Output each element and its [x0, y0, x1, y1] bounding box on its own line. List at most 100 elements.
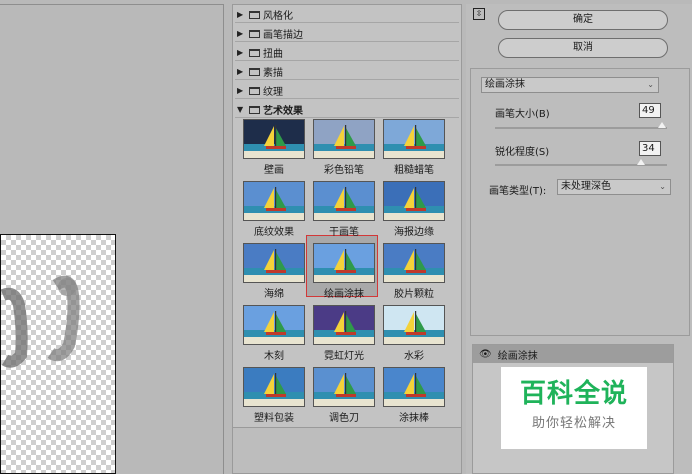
brush-type-value: 未处理深色 — [561, 181, 611, 192]
chevron-down-icon: ⌄ — [659, 182, 666, 191]
filter-select-value: 绘画涂抹 — [485, 79, 525, 90]
filter-thumbnail-label: 粗糙蜡笔 — [394, 165, 434, 176]
ok-button[interactable]: 确定 — [498, 10, 668, 30]
effect-layer-row[interactable]: 👁 绘画涂抹 — [473, 345, 673, 363]
folder-icon — [249, 48, 260, 57]
caret-right-icon: ▶ — [237, 67, 244, 76]
filter-thumbnail-label: 壁画 — [264, 165, 284, 176]
filter-folder-label: 艺术效果 — [263, 106, 303, 117]
filter-folder-label: 扭曲 — [263, 49, 283, 60]
gallery-footer — [233, 427, 461, 473]
sailboat-thumbnail-image — [384, 368, 444, 406]
watermark-title: 百科全说 — [519, 379, 628, 409]
filter-thumbnail[interactable] — [383, 243, 445, 283]
sailboat-thumbnail-image — [314, 182, 374, 220]
sailboat-thumbnail-image — [384, 306, 444, 344]
preview-pane — [0, 0, 228, 474]
filter-folder-label: 风格化 — [263, 11, 293, 22]
sharpness-field[interactable]: 34 — [639, 141, 661, 156]
caret-right-icon: ▶ — [237, 10, 244, 19]
filter-thumbnail-label: 木刻 — [264, 351, 284, 362]
brush-size-field[interactable]: 49 — [639, 103, 661, 118]
brush-type-select[interactable]: 未处理深色 ⌄ — [557, 179, 671, 195]
brush-size-slider-track[interactable] — [495, 127, 667, 129]
watermark-subtitle: 助你轻松解决 — [531, 416, 616, 431]
filter-folder[interactable]: ▼ 艺术效果 — [235, 102, 459, 118]
filter-gallery: ▶ 风格化 ▶ 画笔描边 ▶ 扭曲 ▶ 素描 ▶ 纹理 ▼ 艺术效果 壁画 彩色铅笔 粗糙蜡笔底纹效果 干画… — [232, 4, 462, 474]
filter-thumbnail[interactable] — [243, 367, 305, 407]
filter-thumbnail-label: 彩色铅笔 — [324, 165, 364, 176]
sailboat-thumbnail-image — [244, 120, 304, 158]
filter-thumbnail-label: 水彩 — [404, 351, 424, 362]
folder-icon — [249, 86, 260, 95]
filter-thumbnail[interactable] — [313, 243, 375, 283]
sailboat-thumbnail-image — [244, 244, 304, 282]
caret-right-icon: ▶ — [237, 48, 244, 57]
effect-layers-panel: 👁 绘画涂抹 百科全说 助你轻松解决 — [472, 344, 674, 474]
cancel-button[interactable]: 取消 — [498, 38, 668, 58]
sharpness-slider-handle[interactable] — [637, 159, 645, 165]
filter-folder[interactable]: ▶ 风格化 — [235, 7, 459, 23]
filter-thumbnail-label: 涂抹棒 — [399, 413, 429, 424]
filter-thumbnail-label: 调色刀 — [329, 413, 359, 424]
effect-layer-label: 绘画涂抹 — [497, 350, 538, 362]
filter-folder-label: 画笔描边 — [263, 30, 303, 41]
filter-folder[interactable]: ▶ 纹理 — [235, 83, 459, 99]
sailboat-thumbnail-image — [384, 120, 444, 158]
filter-thumbnail-label: 海绵 — [264, 289, 284, 300]
filter-thumbnail[interactable] — [313, 367, 375, 407]
preview-artwork — [1, 275, 80, 368]
filter-settings-box: 绘画涂抹 ⌄ 画笔大小(B) 49 锐化程度(S) 34 画笔类型(T): 未处… — [470, 68, 690, 336]
chevron-down-icon: ⌄ — [647, 80, 654, 89]
folder-icon — [249, 29, 260, 38]
sailboat-thumbnail-image — [244, 306, 304, 344]
filter-select[interactable]: 绘画涂抹 ⌄ — [481, 77, 659, 93]
filter-thumbnail[interactable] — [313, 305, 375, 345]
brush-size-slider-handle[interactable] — [658, 122, 666, 128]
brush-size-label: 画笔大小(B) — [495, 109, 550, 120]
filter-thumbnail-label: 胶片颗粒 — [394, 289, 434, 300]
sharpness-label: 锐化程度(S) — [495, 147, 550, 158]
sailboat-thumbnail-image — [244, 368, 304, 406]
sailboat-thumbnail-image — [314, 306, 374, 344]
filter-thumbnail[interactable] — [243, 305, 305, 345]
caret-down-icon: ▼ — [237, 105, 244, 114]
preview-canvas[interactable] — [0, 234, 116, 474]
filter-thumbnail[interactable] — [313, 181, 375, 221]
sailboat-thumbnail-image — [384, 244, 444, 282]
filter-folder[interactable]: ▶ 扭曲 — [235, 45, 459, 61]
brush-type-label: 画笔类型(T): — [489, 186, 547, 197]
caret-right-icon: ▶ — [237, 86, 244, 95]
settings-panel: ⇳ 确定 取消 绘画涂抹 ⌄ 画笔大小(B) 49 锐化程度(S) 34 画笔类… — [466, 4, 692, 474]
filter-folder-label: 素描 — [263, 68, 283, 79]
eye-icon[interactable]: 👁 — [479, 349, 492, 360]
filter-thumbnail[interactable] — [383, 119, 445, 159]
folder-icon — [249, 105, 260, 114]
sailboat-thumbnail-image — [384, 182, 444, 220]
filter-thumbnail[interactable] — [243, 181, 305, 221]
filter-folder[interactable]: ▶ 画笔描边 — [235, 26, 459, 42]
filter-folder-label: 纹理 — [263, 87, 283, 98]
filter-thumbnail-label: 绘画涂抹 — [324, 289, 364, 300]
sailboat-thumbnail-image — [314, 244, 374, 282]
filter-thumbnail[interactable] — [313, 119, 375, 159]
folder-icon — [249, 10, 260, 19]
filter-thumbnail-label: 干画笔 — [329, 227, 359, 238]
filter-thumbnail[interactable] — [243, 243, 305, 283]
filter-thumbnail[interactable] — [243, 119, 305, 159]
filter-thumbnail-label: 霓虹灯光 — [324, 351, 364, 362]
sailboat-thumbnail-image — [314, 368, 374, 406]
sailboat-thumbnail-image — [244, 182, 304, 220]
filter-thumbnail[interactable] — [383, 305, 445, 345]
filter-folder[interactable]: ▶ 素描 — [235, 64, 459, 80]
filter-thumbnail-label: 海报边缘 — [394, 227, 434, 238]
caret-right-icon: ▶ — [237, 29, 244, 38]
filter-thumbnail-label: 塑料包装 — [254, 413, 294, 424]
filter-thumbnail[interactable] — [383, 367, 445, 407]
sailboat-thumbnail-image — [314, 120, 374, 158]
filter-thumbnail[interactable] — [383, 181, 445, 221]
folder-icon — [249, 67, 260, 76]
watermark: 百科全说 助你轻松解决 — [501, 367, 647, 449]
collapse-gallery-button[interactable]: ⇳ — [473, 8, 485, 20]
filter-thumbnail-label: 底纹效果 — [254, 227, 294, 238]
